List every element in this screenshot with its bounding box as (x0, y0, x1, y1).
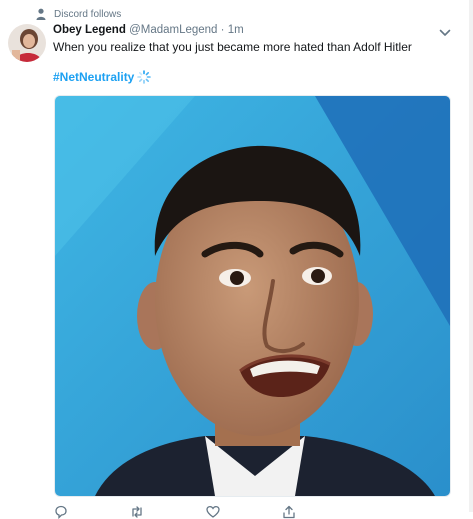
retweet-button[interactable] (130, 505, 150, 519)
author-name[interactable]: Obey Legend (53, 24, 126, 36)
scrollbar[interactable] (469, 0, 473, 512)
hashtag-row: #NetNeutrality (53, 70, 152, 84)
person-icon (36, 8, 46, 20)
reply-icon (55, 505, 67, 519)
like-button[interactable] (206, 505, 226, 519)
like-icon (206, 505, 220, 518)
photo (55, 96, 450, 496)
avatar[interactable] (8, 24, 46, 62)
share-icon (283, 505, 295, 519)
tweet-actions (54, 505, 296, 519)
author-handle[interactable]: @MadamLegend (129, 24, 217, 36)
avatar-image (8, 24, 46, 62)
tweet-header: Obey Legend @MadamLegend · 1m (53, 24, 443, 36)
reply-button[interactable] (54, 505, 74, 519)
retweet-icon (132, 506, 142, 518)
context-row: Discord follows (36, 7, 121, 21)
loading-spinner-icon (137, 70, 152, 84)
context-text: Discord follows (54, 8, 122, 20)
separator-dot: · (220, 24, 225, 36)
share-button[interactable] (282, 505, 296, 519)
chevron-down-icon[interactable] (439, 28, 451, 38)
tweet-media-image[interactable] (54, 95, 451, 497)
hashtag-link[interactable]: #NetNeutrality (53, 70, 134, 84)
tweet-text: When you realize that you just became mo… (53, 40, 412, 54)
tweet-timestamp[interactable]: 1m (228, 24, 244, 36)
